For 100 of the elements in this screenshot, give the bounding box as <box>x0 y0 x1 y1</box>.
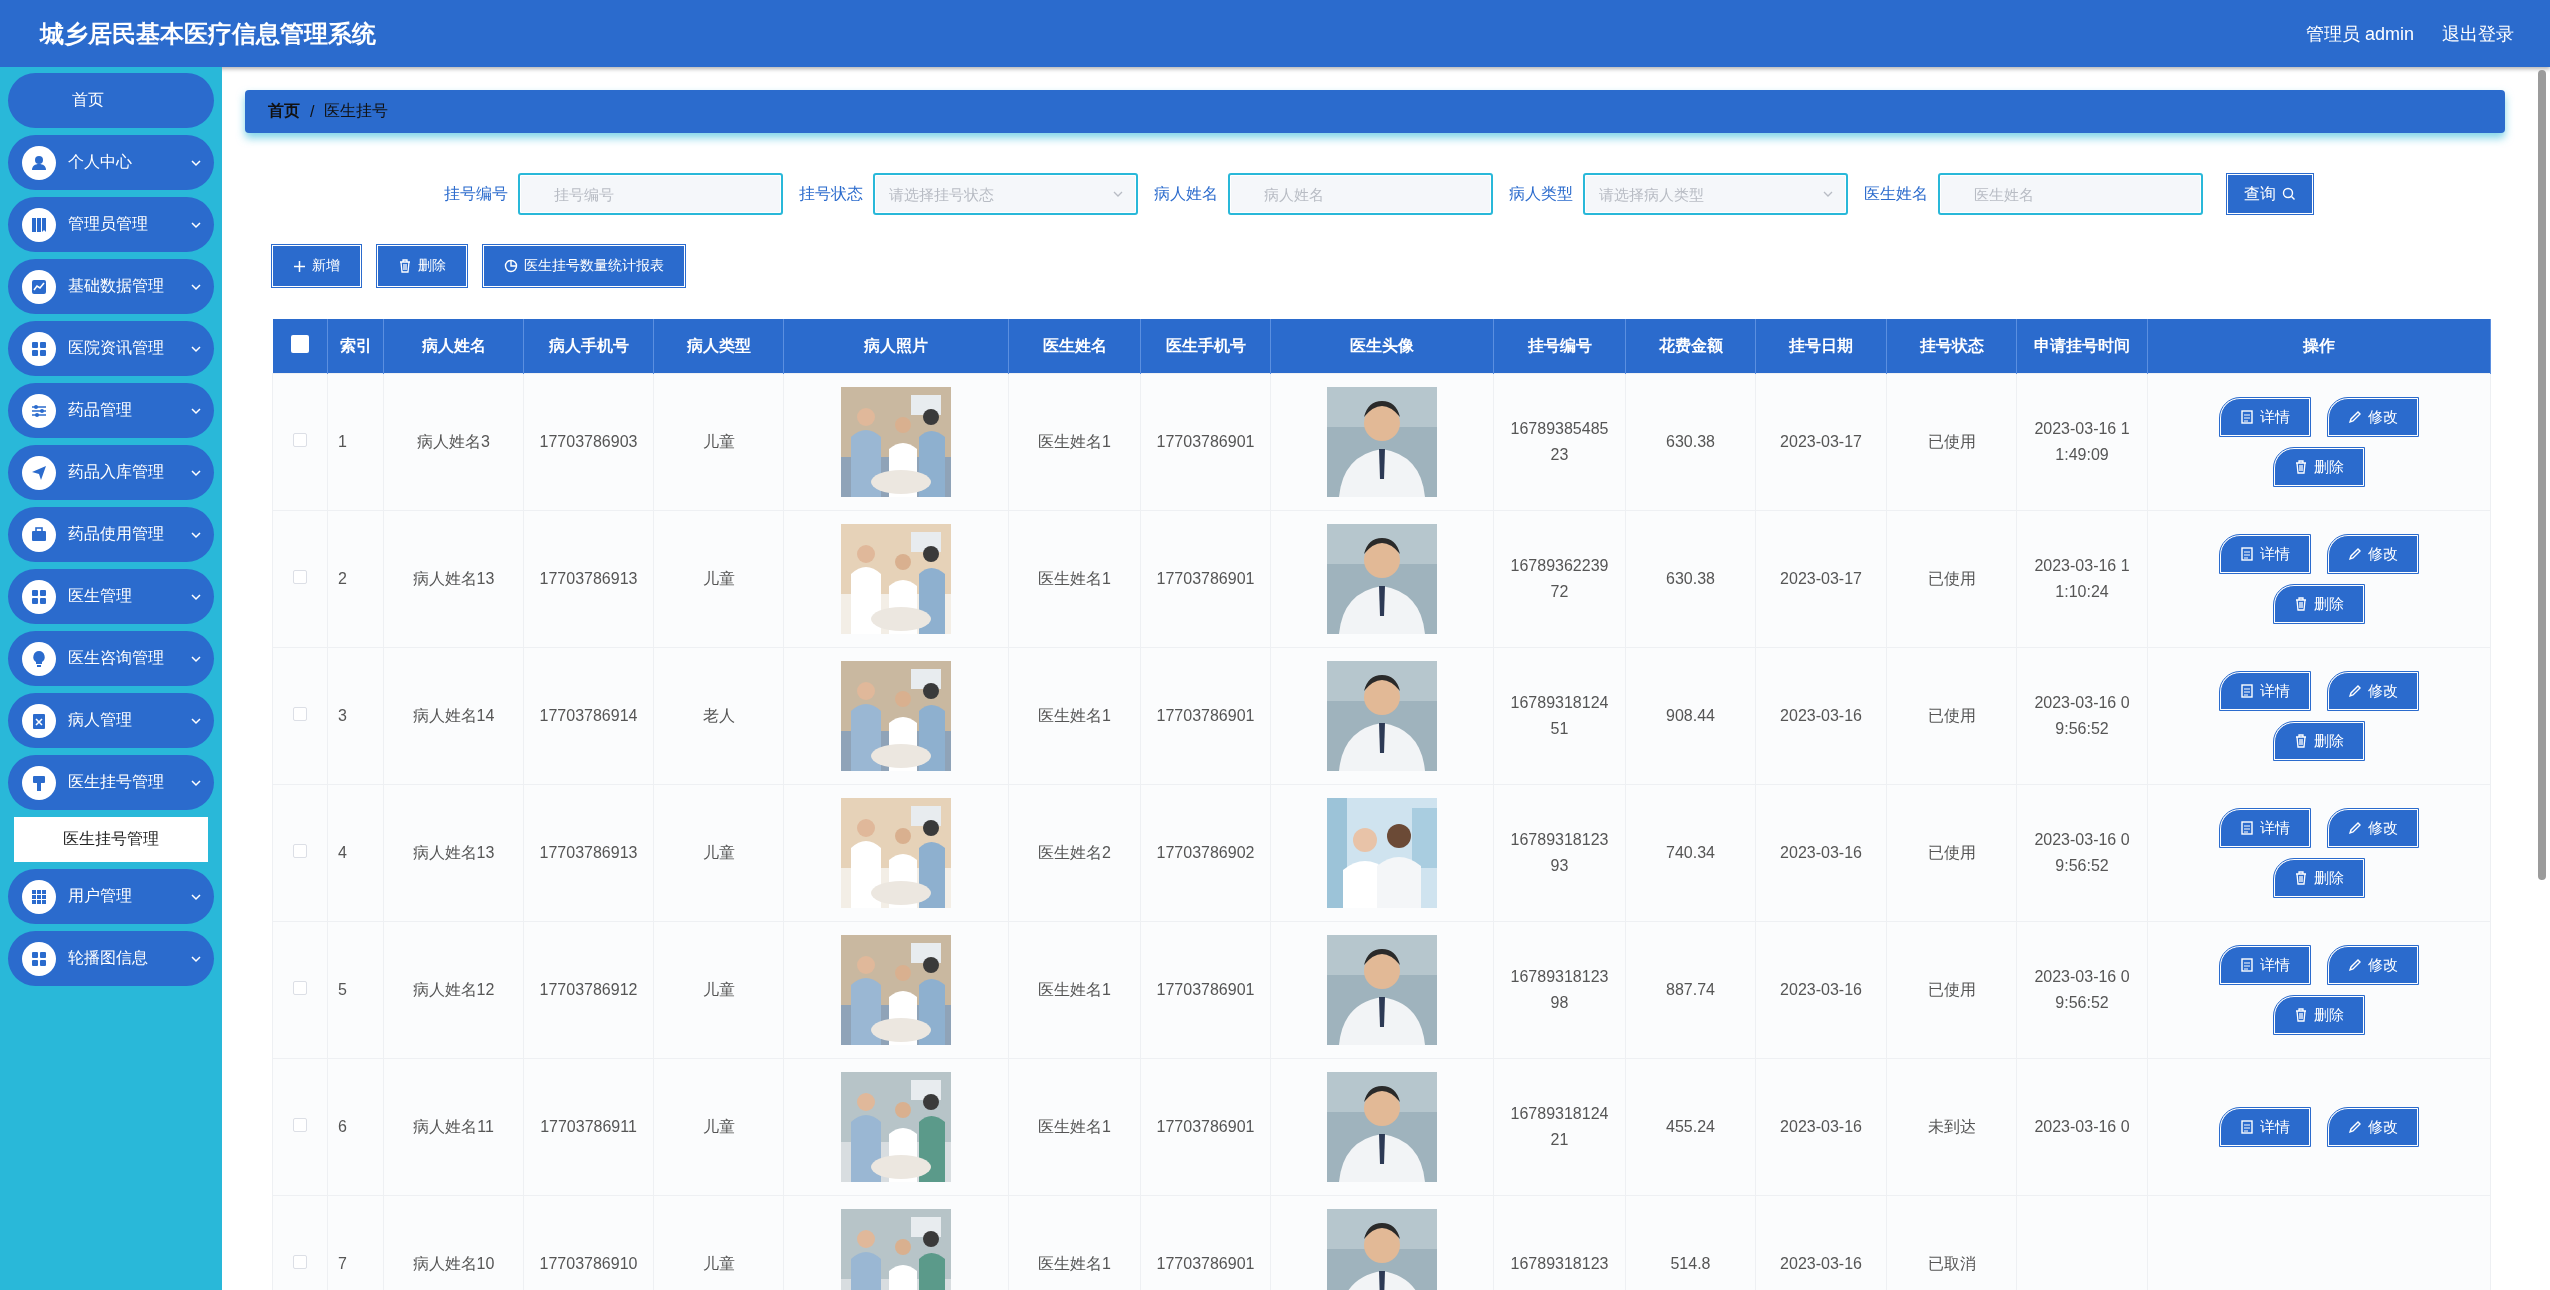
table-cell: 5 <box>327 921 384 1059</box>
sidebar-item[interactable]: 首页 <box>8 73 214 128</box>
table-cell: 2023-03-16 09:56:52 <box>2016 921 2148 1059</box>
sidebar-item[interactable]: 病人管理 <box>8 693 214 748</box>
row-action-button[interactable]: 详情 <box>2220 398 2310 436</box>
table-cell: 17703786902 <box>1140 784 1271 922</box>
input-field[interactable]: 医生姓名 <box>1937 173 2203 215</box>
row-action-button[interactable]: 详情 <box>2220 535 2310 573</box>
row-action-button[interactable]: 修改 <box>2328 946 2418 984</box>
table-cell: 2023-03-16 <box>1755 1058 1887 1196</box>
sidebar-item[interactable]: 用户管理 <box>8 869 214 924</box>
sidebar-item[interactable]: 药品管理 <box>8 383 214 438</box>
select-field[interactable]: 请选择挂号状态 <box>872 173 1138 215</box>
table-cell: 2 <box>327 510 384 648</box>
table-cell: 2023-03-16 09:56:52 <box>2016 647 2148 785</box>
table-cell: 儿童 <box>653 373 784 511</box>
column-header: 挂号编号 <box>1493 319 1626 374</box>
column-header: 医生手机号 <box>1140 319 1271 374</box>
toolbar-button[interactable]: 新增 <box>272 245 361 287</box>
logout-link[interactable]: 退出登录 <box>2442 21 2514 46</box>
table-cell: 16789318123 <box>1493 1195 1626 1290</box>
table-cell: 1678936223972 <box>1493 510 1626 648</box>
row-checkbox[interactable] <box>293 844 307 858</box>
document-icon <box>2240 821 2254 835</box>
row-checkbox[interactable] <box>293 433 307 447</box>
column-header: 申请挂号时间 <box>2016 319 2148 374</box>
input-field[interactable]: 挂号编号 <box>517 173 783 215</box>
row-action-button[interactable]: 详情 <box>2220 946 2310 984</box>
row-action-button[interactable]: 修改 <box>2328 1108 2418 1146</box>
sidebar-item[interactable]: 药品入库管理 <box>8 445 214 500</box>
table-cell: 病人姓名10 <box>383 1195 524 1290</box>
table-cell: 儿童 <box>653 921 784 1059</box>
table-cell: 2023-03-17 <box>1755 373 1887 511</box>
table-cell: 病人姓名12 <box>383 921 524 1059</box>
scrollbar-thumb[interactable] <box>2538 70 2546 880</box>
sidebar-item[interactable]: 医生咨询管理 <box>8 631 214 686</box>
table-cell: 已使用 <box>1886 647 2017 785</box>
pencil-icon <box>2348 684 2362 698</box>
row-action-button[interactable]: 删除 <box>2274 585 2364 623</box>
row-checkbox[interactable] <box>293 1118 307 1132</box>
table-cell: 887.74 <box>1625 921 1756 1059</box>
table-cell: 908.44 <box>1625 647 1756 785</box>
row-checkbox[interactable] <box>293 981 307 995</box>
row-action-button[interactable]: 详情 <box>2220 1108 2310 1146</box>
row-action-button[interactable]: 删除 <box>2274 722 2364 760</box>
sidebar-item[interactable]: 医生管理 <box>8 569 214 624</box>
row-checkbox[interactable] <box>293 570 307 584</box>
pencil-icon <box>2348 821 2362 835</box>
search-button[interactable]: 查询 <box>2226 174 2313 214</box>
table-cell: 已使用 <box>1886 784 2017 922</box>
sidebar-item[interactable]: 管理员管理 <box>8 197 214 252</box>
trash-icon <box>2294 1008 2308 1022</box>
row-checkbox[interactable] <box>293 1255 307 1269</box>
row-action-button[interactable]: 删除 <box>2274 448 2364 486</box>
table-cell: 已使用 <box>1886 510 2017 648</box>
sidebar-item[interactable]: 个人中心 <box>8 135 214 190</box>
breadcrumb-item[interactable]: 首页 <box>268 101 300 122</box>
row-action-button[interactable]: 修改 <box>2328 535 2418 573</box>
sidebar-item[interactable]: 医生挂号管理 <box>8 755 214 810</box>
table-cell: 17703786901 <box>1140 373 1271 511</box>
table-cell: 病人姓名3 <box>383 373 524 511</box>
row-action-button[interactable]: 修改 <box>2328 398 2418 436</box>
table-cell: 医生姓名1 <box>1008 1058 1141 1196</box>
table-cell: 17703786901 <box>1140 1058 1271 1196</box>
row-checkbox[interactable] <box>293 707 307 721</box>
table-cell: 17703786901 <box>1140 510 1271 648</box>
table-cell: 4 <box>327 784 384 922</box>
table-cell: 已取消 <box>1886 1195 2017 1290</box>
table-cell: 医生姓名2 <box>1008 784 1141 922</box>
document-icon <box>2240 1120 2254 1134</box>
table-cell: 630.38 <box>1625 373 1756 511</box>
toolbar-button[interactable]: 医生挂号数量统计报表 <box>483 245 685 287</box>
sidebar-item[interactable]: 医院资讯管理 <box>8 321 214 376</box>
select-all-checkbox[interactable] <box>290 335 309 353</box>
row-action-button[interactable]: 详情 <box>2220 809 2310 847</box>
table-cell: 1678931812421 <box>1493 1058 1626 1196</box>
sidebar-item[interactable]: 药品使用管理 <box>8 507 214 562</box>
document-icon <box>2240 410 2254 424</box>
table-cell: 455.24 <box>1625 1058 1756 1196</box>
field-label: 病人类型 <box>1508 183 1573 204</box>
sidebar-item[interactable]: 轮播图信息 <box>8 931 214 986</box>
row-action-button[interactable]: 修改 <box>2328 809 2418 847</box>
row-action-button[interactable]: 删除 <box>2274 996 2364 1034</box>
sidebar-item[interactable]: 基础数据管理 <box>8 259 214 314</box>
table-cell: 740.34 <box>1625 784 1756 922</box>
column-header: 医生姓名 <box>1008 319 1141 374</box>
table-cell: 儿童 <box>653 1195 784 1290</box>
table-cell: 儿童 <box>653 784 784 922</box>
input-field[interactable]: 病人姓名 <box>1227 173 1493 215</box>
trash-icon <box>2294 460 2308 474</box>
table-cell: 1 <box>327 373 384 511</box>
row-action-button[interactable]: 修改 <box>2328 672 2418 710</box>
submenu-item[interactable]: 医生挂号管理 <box>14 817 208 862</box>
select-field[interactable]: 请选择病人类型 <box>1582 173 1848 215</box>
row-action-button[interactable]: 删除 <box>2274 859 2364 897</box>
table-cell: 2023-03-16 09:56:52 <box>2016 784 2148 922</box>
row-action-button[interactable]: 详情 <box>2220 672 2310 710</box>
toolbar-button[interactable]: 删除 <box>377 245 467 287</box>
field-label: 挂号状态 <box>798 183 863 204</box>
table-cell: 514.8 <box>1625 1195 1756 1290</box>
